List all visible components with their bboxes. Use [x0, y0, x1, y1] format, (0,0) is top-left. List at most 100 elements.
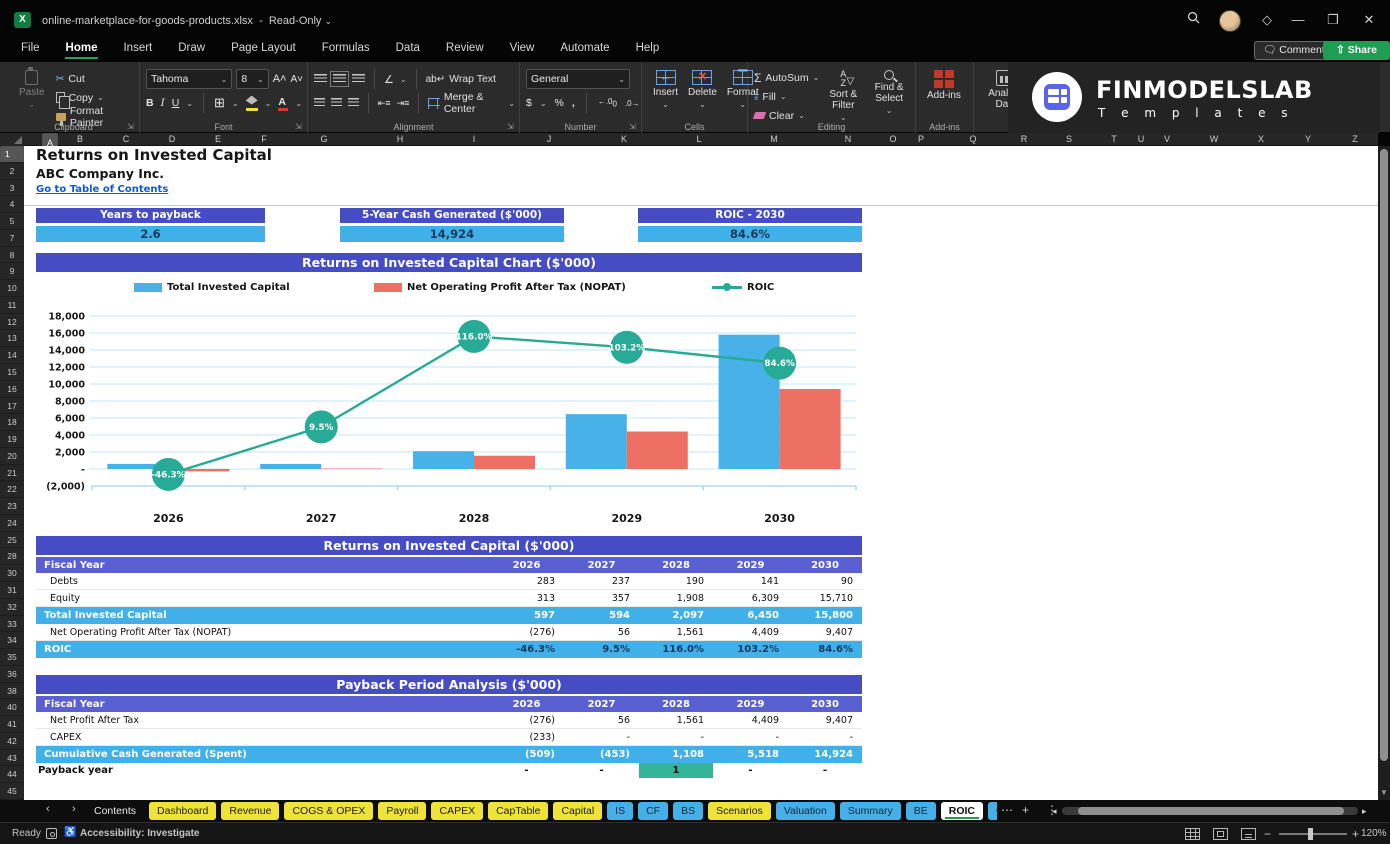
- row-header-42[interactable]: 42: [0, 733, 24, 750]
- column-header-T[interactable]: T: [1111, 133, 1117, 146]
- orientation-button[interactable]: ∠: [384, 73, 394, 86]
- hscroll-left-icon[interactable]: ◂: [1052, 806, 1057, 817]
- column-header-G[interactable]: G: [320, 133, 327, 146]
- copy-button[interactable]: Copy ⌄: [55, 89, 135, 109]
- sheet-tab-scenarios[interactable]: Scenarios: [708, 802, 771, 820]
- macro-record-icon[interactable]: [46, 828, 57, 839]
- italic-button[interactable]: I: [161, 97, 165, 109]
- horizontal-scrollbar-thumb[interactable]: [1078, 807, 1344, 815]
- row-header-33[interactable]: 33: [0, 616, 24, 633]
- share-button[interactable]: ⇧ Share ⌄: [1323, 41, 1390, 73]
- column-header-O[interactable]: O: [889, 133, 896, 146]
- row-header-40[interactable]: 40: [0, 699, 24, 717]
- increase-indent-icon[interactable]: ⇥≡: [397, 98, 410, 109]
- row-header-3[interactable]: 3: [0, 180, 24, 197]
- sheet-tab-be[interactable]: BE: [905, 802, 936, 820]
- menu-tab-page-layout[interactable]: Page Layout: [218, 38, 309, 60]
- paste-button[interactable]: Paste ⌄: [14, 67, 50, 125]
- close-button[interactable]: ✕: [1354, 8, 1384, 32]
- number-dialog-launcher[interactable]: ⇲: [629, 122, 638, 131]
- fill-button[interactable]: ⤓ Fill ⌄: [754, 88, 819, 105]
- column-header-X[interactable]: X: [1258, 133, 1264, 146]
- autosum-button[interactable]: Σ AutoSum ⌄: [754, 69, 819, 86]
- column-header-M[interactable]: M: [770, 133, 778, 146]
- column-header-R[interactable]: R: [1021, 133, 1028, 146]
- column-header-F[interactable]: F: [261, 133, 267, 146]
- column-header-Q[interactable]: Q: [969, 133, 976, 146]
- row-header-12[interactable]: 12: [0, 314, 24, 331]
- column-header-H[interactable]: H: [397, 133, 404, 146]
- zoom-in-button[interactable]: +: [1352, 827, 1359, 841]
- column-header-E[interactable]: E: [215, 133, 221, 146]
- wrap-text-button[interactable]: ab↵ Wrap Text: [426, 71, 496, 88]
- font-color-button[interactable]: A: [278, 96, 289, 111]
- row-header-45[interactable]: 45: [0, 783, 24, 800]
- merge-center-button[interactable]: Merge & Center ⌄: [428, 91, 515, 115]
- column-header-W[interactable]: W: [1210, 133, 1219, 146]
- row-header-20[interactable]: 20: [0, 448, 24, 465]
- number-format-select[interactable]: General ⌄: [526, 69, 630, 89]
- font-dialog-launcher[interactable]: ⇲: [295, 122, 304, 131]
- column-header-P[interactable]: P: [918, 133, 924, 146]
- grow-font-button[interactable]: A˄: [273, 73, 287, 85]
- row-header-25[interactable]: 25: [0, 532, 24, 549]
- menu-tab-formulas[interactable]: Formulas: [309, 38, 383, 60]
- align-right-icon[interactable]: [347, 98, 359, 108]
- find-select-button[interactable]: Find & Select ⌄: [867, 67, 911, 125]
- row-header-41[interactable]: 41: [0, 716, 24, 733]
- align-top-icon[interactable]: [314, 74, 327, 84]
- column-header-N[interactable]: N: [845, 133, 852, 146]
- sheet-tab-is[interactable]: IS: [607, 802, 634, 820]
- column-header-Y[interactable]: Y: [1305, 133, 1311, 146]
- menu-tab-file[interactable]: File: [8, 38, 53, 60]
- column-header-I[interactable]: I: [473, 133, 476, 146]
- decrease-decimal-button[interactable]: .0→: [625, 99, 640, 108]
- menu-tab-help[interactable]: Help: [623, 38, 673, 60]
- font-family-select[interactable]: Tahoma ⌄: [146, 69, 233, 89]
- zoom-slider-thumb[interactable]: [1308, 828, 1313, 840]
- shrink-font-button[interactable]: A˅: [290, 74, 303, 85]
- row-header-11[interactable]: 11: [0, 297, 24, 314]
- row-header-7[interactable]: 7: [0, 230, 24, 247]
- normal-view-button[interactable]: [1185, 828, 1200, 840]
- clipboard-dialog-launcher[interactable]: ⇲: [127, 122, 136, 131]
- minimize-button[interactable]: —: [1283, 8, 1313, 32]
- sheet-tab-capex[interactable]: CAPEX: [431, 802, 484, 820]
- search-icon[interactable]: [1178, 8, 1208, 32]
- row-header-13[interactable]: 13: [0, 330, 24, 348]
- row-header-9[interactable]: 9: [0, 263, 24, 281]
- sheet-tab-cogs-opex[interactable]: COGS & OPEX: [284, 802, 374, 820]
- align-left-icon[interactable]: [314, 98, 325, 108]
- row-header-30[interactable]: 30: [0, 565, 24, 582]
- excel-app-icon[interactable]: X: [14, 12, 31, 28]
- new-sheet-button[interactable]: +: [1022, 803, 1029, 817]
- menu-tab-automate[interactable]: Automate: [547, 38, 622, 60]
- sheet-tab-dashboard[interactable]: Dashboard: [149, 802, 217, 820]
- row-header-34[interactable]: 34: [0, 632, 24, 650]
- insert-cells-button[interactable]: ← Insert ⌄: [648, 67, 683, 112]
- menu-tab-data[interactable]: Data: [383, 38, 433, 60]
- zoom-slider[interactable]: [1279, 833, 1347, 835]
- sheet-tab-capital[interactable]: Capital: [553, 802, 603, 820]
- column-header-S[interactable]: S: [1066, 133, 1072, 146]
- row-headers[interactable]: 1 2 3 4 5 7 8 9 10 11 12 13 14 15 16 17 18 19 20 21 22 23 24 25…: [0, 146, 24, 800]
- toc-link[interactable]: Go to Table of Contents: [36, 184, 168, 195]
- row-header-31[interactable]: 31: [0, 582, 24, 599]
- hscroll-right-icon[interactable]: ▸: [1362, 806, 1367, 817]
- align-middle-icon[interactable]: [330, 71, 349, 87]
- row-header-36[interactable]: 36: [0, 666, 24, 683]
- menu-tab-review[interactable]: Review: [433, 38, 497, 60]
- more-sheets-icon[interactable]: ⋯: [1001, 803, 1013, 817]
- row-header-38[interactable]: 38: [0, 683, 24, 700]
- addins-button[interactable]: Add-ins: [922, 67, 966, 104]
- row-header-18[interactable]: 18: [0, 414, 24, 432]
- sheet-tab-cf[interactable]: CF: [638, 802, 669, 820]
- sheet-tab-roic[interactable]: ROIC: [940, 802, 984, 820]
- percent-format-button[interactable]: %: [555, 97, 564, 109]
- column-header-L[interactable]: L: [696, 133, 701, 146]
- zoom-out-button[interactable]: −: [1264, 827, 1271, 841]
- column-header-C[interactable]: C: [123, 133, 130, 146]
- row-header-28[interactable]: 28: [0, 548, 24, 566]
- premium-diamond-icon[interactable]: ◇: [1252, 8, 1282, 32]
- row-header-23[interactable]: 23: [0, 498, 24, 515]
